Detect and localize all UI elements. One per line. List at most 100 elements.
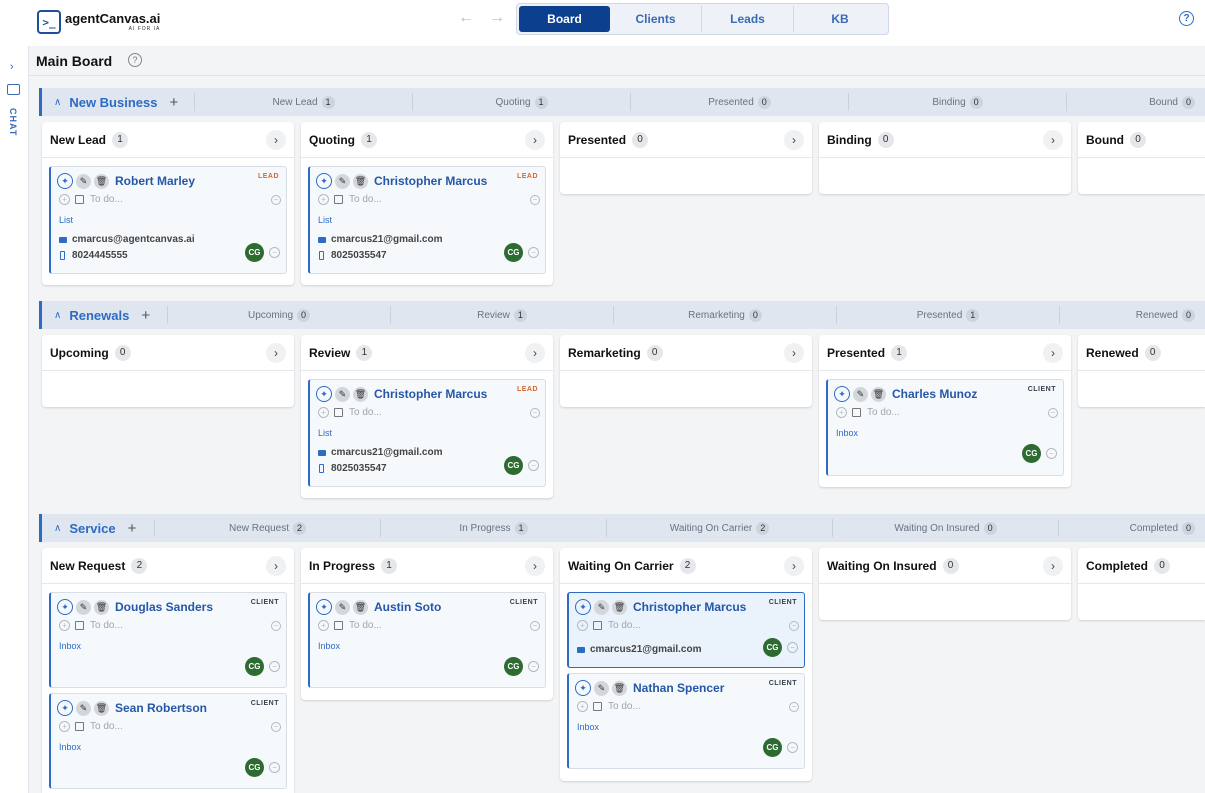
app-logo[interactable]: >_ agentCanvas.ai AI FOR IA: [37, 10, 160, 34]
remove-icon[interactable]: −: [1046, 448, 1057, 459]
section-title[interactable]: Renewals: [69, 308, 129, 323]
contact-phone[interactable]: 8025035547: [331, 463, 387, 474]
client-card[interactable]: ✦ ✎ 🗑 Nathan Spencer CLIENT + To do... −…: [567, 673, 805, 769]
todo-checkbox[interactable]: [75, 195, 84, 204]
contact-email[interactable]: cmarcus21@gmail.com: [590, 644, 701, 655]
add-icon[interactable]: +: [128, 520, 137, 537]
help-icon[interactable]: ?: [1179, 11, 1194, 26]
trash-icon[interactable]: 🗑: [353, 599, 368, 615]
trash-icon[interactable]: 🗑: [353, 386, 368, 402]
board-help-icon[interactable]: ?: [128, 53, 142, 67]
lead-card[interactable]: ✦ ✎ 🗑 Christopher Marcus LEAD + To do...…: [308, 379, 546, 487]
stage-summary[interactable]: Bound 0: [1066, 93, 1205, 111]
expand-sidebar-icon[interactable]: ›: [10, 61, 14, 73]
todo-input[interactable]: To do...: [867, 407, 900, 418]
chevron-right-icon[interactable]: ›: [1043, 555, 1063, 576]
contact-name[interactable]: Douglas Sanders: [115, 600, 213, 614]
chevron-right-icon[interactable]: ›: [784, 555, 804, 576]
ai-sparkle-icon[interactable]: ✦: [316, 173, 332, 189]
remove-todo-icon[interactable]: −: [530, 194, 540, 205]
forward-arrow-icon[interactable]: →: [489, 9, 505, 27]
remove-todo-icon[interactable]: −: [271, 194, 281, 205]
chevron-right-icon[interactable]: ›: [784, 129, 804, 150]
edit-icon[interactable]: ✎: [335, 599, 350, 615]
client-card[interactable]: ✦ ✎ 🗑 Austin Soto CLIENT + To do... − In…: [308, 592, 546, 688]
stage-summary[interactable]: Review 1: [390, 306, 613, 324]
avatar[interactable]: CG: [245, 758, 264, 777]
stage-summary[interactable]: New Lead 1: [194, 93, 412, 111]
add-icon[interactable]: +: [141, 307, 150, 324]
avatar[interactable]: CG: [245, 657, 264, 676]
ai-sparkle-icon[interactable]: ✦: [834, 386, 850, 402]
chevron-right-icon[interactable]: ›: [525, 129, 545, 150]
avatar[interactable]: CG: [763, 738, 782, 757]
card-link[interactable]: Inbox: [59, 641, 81, 651]
client-card-selected[interactable]: ✦ ✎ 🗑 Christopher Marcus CLIENT + To do.…: [567, 592, 805, 668]
collapse-icon[interactable]: ∧: [54, 523, 61, 534]
todo-input[interactable]: To do...: [349, 194, 382, 205]
client-card[interactable]: ✦ ✎ 🗑 Douglas Sanders CLIENT + To do... …: [49, 592, 287, 688]
contact-name[interactable]: Nathan Spencer: [633, 681, 724, 695]
trash-icon[interactable]: 🗑: [612, 680, 627, 696]
remove-todo-icon[interactable]: −: [530, 407, 540, 418]
add-todo-icon[interactable]: +: [318, 194, 329, 205]
edit-icon[interactable]: ✎: [335, 173, 350, 189]
chevron-right-icon[interactable]: ›: [784, 342, 804, 363]
add-todo-icon[interactable]: +: [577, 620, 588, 631]
remove-icon[interactable]: −: [528, 247, 539, 258]
contact-email[interactable]: cmarcus@agentcanvas.ai: [72, 234, 195, 245]
stage-summary[interactable]: Presented 1: [836, 306, 1059, 324]
remove-icon[interactable]: −: [787, 642, 798, 653]
todo-checkbox[interactable]: [593, 702, 602, 711]
todo-input[interactable]: To do...: [608, 701, 641, 712]
edit-icon[interactable]: ✎: [76, 599, 91, 615]
avatar[interactable]: CG: [504, 456, 523, 475]
ai-sparkle-icon[interactable]: ✦: [575, 599, 591, 615]
todo-checkbox[interactable]: [334, 408, 343, 417]
todo-input[interactable]: To do...: [90, 620, 123, 631]
remove-icon[interactable]: −: [269, 762, 280, 773]
stage-summary[interactable]: Upcoming 0: [167, 306, 390, 324]
trash-icon[interactable]: 🗑: [871, 386, 886, 402]
ai-sparkle-icon[interactable]: ✦: [575, 680, 591, 696]
ai-sparkle-icon[interactable]: ✦: [57, 173, 73, 189]
trash-icon[interactable]: 🗑: [353, 173, 368, 189]
edit-icon[interactable]: ✎: [594, 599, 609, 615]
avatar[interactable]: CG: [1022, 444, 1041, 463]
tab-board[interactable]: Board: [519, 6, 610, 32]
contact-phone[interactable]: 8025035547: [331, 250, 387, 261]
add-todo-icon[interactable]: +: [59, 721, 70, 732]
trash-icon[interactable]: 🗑: [612, 599, 627, 615]
chevron-right-icon[interactable]: ›: [266, 129, 286, 150]
todo-input[interactable]: To do...: [90, 194, 123, 205]
back-arrow-icon[interactable]: ←: [458, 9, 474, 27]
ai-sparkle-icon[interactable]: ✦: [57, 599, 73, 615]
trash-icon[interactable]: 🗑: [94, 700, 109, 716]
chevron-right-icon[interactable]: ›: [266, 342, 286, 363]
contact-name[interactable]: Christopher Marcus: [374, 174, 487, 188]
stage-summary[interactable]: Waiting On Carrier 2: [606, 519, 832, 537]
card-link[interactable]: Inbox: [836, 428, 858, 438]
tab-clients[interactable]: Clients: [610, 6, 702, 32]
edit-icon[interactable]: ✎: [594, 680, 609, 696]
todo-checkbox[interactable]: [593, 621, 602, 630]
chevron-right-icon[interactable]: ›: [1043, 129, 1063, 150]
stage-summary[interactable]: Quoting 1: [412, 93, 630, 111]
card-link[interactable]: Inbox: [59, 742, 81, 752]
contact-name[interactable]: Sean Robertson: [115, 701, 207, 715]
contact-name[interactable]: Austin Soto: [374, 600, 441, 614]
add-todo-icon[interactable]: +: [59, 620, 70, 631]
chevron-right-icon[interactable]: ›: [525, 555, 545, 576]
add-todo-icon[interactable]: +: [318, 407, 329, 418]
chevron-right-icon[interactable]: ›: [266, 555, 286, 576]
contact-email[interactable]: cmarcus21@gmail.com: [331, 234, 442, 245]
edit-icon[interactable]: ✎: [335, 386, 350, 402]
contact-name[interactable]: Christopher Marcus: [374, 387, 487, 401]
remove-icon[interactable]: −: [269, 661, 280, 672]
contact-phone[interactable]: 8024445555: [72, 250, 128, 261]
todo-input[interactable]: To do...: [349, 620, 382, 631]
card-link[interactable]: List: [59, 215, 73, 225]
section-title[interactable]: New Business: [69, 95, 157, 110]
add-todo-icon[interactable]: +: [318, 620, 329, 631]
client-card[interactable]: ✦ ✎ 🗑 Charles Munoz CLIENT + To do... − …: [826, 379, 1064, 476]
